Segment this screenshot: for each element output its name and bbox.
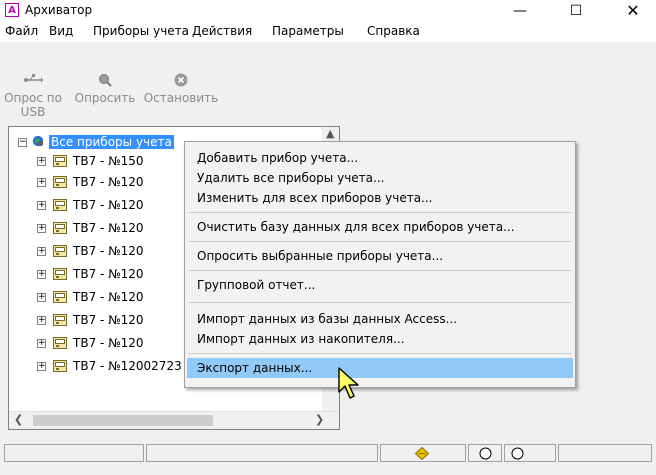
meter-device-icon — [53, 176, 67, 188]
expand-icon[interactable]: + — [37, 157, 46, 166]
meter-device-icon — [53, 360, 67, 372]
connection-diamond-icon — [415, 447, 429, 460]
status-panel — [146, 444, 378, 462]
expand-icon[interactable]: + — [37, 339, 46, 348]
meter-device-icon — [53, 314, 67, 326]
meter-device-icon — [53, 291, 67, 303]
menu-actions[interactable]: Действия — [192, 24, 252, 38]
tree-item-label: ТВ7 - №150 — [73, 154, 144, 168]
indicator-circle-icon — [479, 447, 492, 460]
expand-icon[interactable]: + — [37, 362, 46, 371]
tree-item-label: ТВ7 - №120 — [73, 313, 144, 327]
globe-icon — [32, 135, 44, 147]
meter-device-icon — [53, 245, 67, 257]
collapse-icon[interactable]: − — [18, 138, 27, 147]
menu-settings[interactable]: Параметры — [272, 24, 344, 38]
status-panel — [4, 444, 144, 462]
meter-device-icon — [53, 222, 67, 234]
window-title: Архиватор — [25, 3, 93, 17]
menu-edit-all-meters[interactable]: Изменить для всех приборов учета... — [187, 188, 573, 208]
tree-item-label: ТВ7 - №120 — [73, 221, 144, 235]
stop-icon — [174, 73, 188, 87]
menu-separator — [188, 270, 572, 271]
poll-usb-label: Опрос по USB — [4, 91, 62, 119]
menu-separator — [188, 302, 572, 303]
scroll-thumb[interactable] — [33, 415, 213, 426]
tree-item-label: ТВ7 - №120 — [73, 244, 144, 258]
scroll-right-icon[interactable]: ❯ — [315, 413, 324, 426]
menu-add-meter[interactable]: Добавить прибор учета... — [187, 148, 573, 168]
poll-usb-button[interactable]: Опрос по USB — [2, 73, 64, 119]
maximize-button[interactable]: ☐ — [553, 0, 599, 22]
expand-icon[interactable]: + — [37, 270, 46, 279]
meter-device-icon — [53, 268, 67, 280]
expand-icon[interactable]: + — [37, 293, 46, 302]
menu-delete-all-meters[interactable]: Удалить все приборы учета... — [187, 168, 573, 188]
poll-label: Опросить — [74, 91, 136, 105]
status-panel — [468, 444, 502, 462]
indicator-circle-icon — [511, 447, 524, 460]
status-panel — [504, 444, 556, 462]
menu-export-data[interactable]: Экспорт данных... — [187, 358, 573, 378]
context-menu: Добавить прибор учета... Удалить все при… — [184, 141, 576, 388]
scroll-up-icon[interactable]: ▲ — [326, 127, 334, 140]
toolbar: Опрос по USB Опросить Остановить — [0, 63, 656, 119]
title-bar: A Архиватор — ☐ ✕ — [0, 0, 656, 22]
expand-icon[interactable]: + — [37, 178, 46, 187]
menu-clear-database[interactable]: Очистить базу данных для всех приборов у… — [187, 217, 573, 237]
poll-button[interactable]: Опросить — [70, 73, 140, 105]
meter-device-icon — [53, 155, 67, 167]
stop-label: Остановить — [143, 91, 219, 105]
expand-icon[interactable]: + — [37, 247, 46, 256]
menu-separator — [188, 241, 572, 242]
tree-item-label: ТВ7 - №120 — [73, 267, 144, 281]
meter-device-icon — [53, 199, 67, 211]
magnifier-icon — [99, 74, 112, 87]
menu-help[interactable]: Справка — [367, 24, 420, 38]
mouse-cursor-icon — [338, 367, 359, 399]
minimize-button[interactable]: — — [497, 0, 543, 22]
close-button[interactable]: ✕ — [610, 0, 656, 22]
expand-icon[interactable]: + — [37, 224, 46, 233]
tree-item-label: ТВ7 - №120 — [73, 198, 144, 212]
menu-group-report[interactable]: Групповой отчет... — [187, 275, 573, 295]
tree-item-label: ТВ7 - №120 — [73, 336, 144, 350]
menu-separator — [188, 212, 572, 213]
usb-icon — [24, 74, 43, 83]
menu-poll-selected[interactable]: Опросить выбранные приборы учета... — [187, 246, 573, 266]
menu-view[interactable]: Вид — [49, 24, 73, 38]
expand-icon[interactable]: + — [37, 316, 46, 325]
tree-root-label[interactable]: Все приборы учета — [49, 135, 174, 149]
menu-meters[interactable]: Приборы учета — [93, 24, 189, 38]
horizontal-scrollbar[interactable]: ❮ ❯ — [9, 411, 339, 429]
menu-bar: Файл Вид Приборы учета Действия Параметр… — [0, 22, 656, 42]
menu-import-access[interactable]: Импорт данных из базы данных Access... — [187, 309, 573, 329]
menu-file[interactable]: Файл — [5, 24, 38, 38]
tree-item-label: ТВ7 - №120 — [73, 175, 144, 189]
menu-separator — [188, 353, 572, 354]
stop-button[interactable]: Остановить — [142, 73, 220, 105]
menu-import-storage[interactable]: Импорт данных из накопителя... — [187, 329, 573, 349]
status-bar — [0, 444, 656, 464]
meter-device-icon — [53, 337, 67, 349]
expand-icon[interactable]: + — [37, 201, 46, 210]
status-panel — [558, 444, 652, 462]
tree-item-label: ТВ7 - №12002723 — [73, 359, 182, 373]
status-panel — [380, 444, 466, 462]
scroll-left-icon[interactable]: ❮ — [14, 413, 23, 426]
tree-item-label: ТВ7 - №120 — [73, 290, 144, 304]
app-logo-icon: A — [5, 3, 19, 17]
